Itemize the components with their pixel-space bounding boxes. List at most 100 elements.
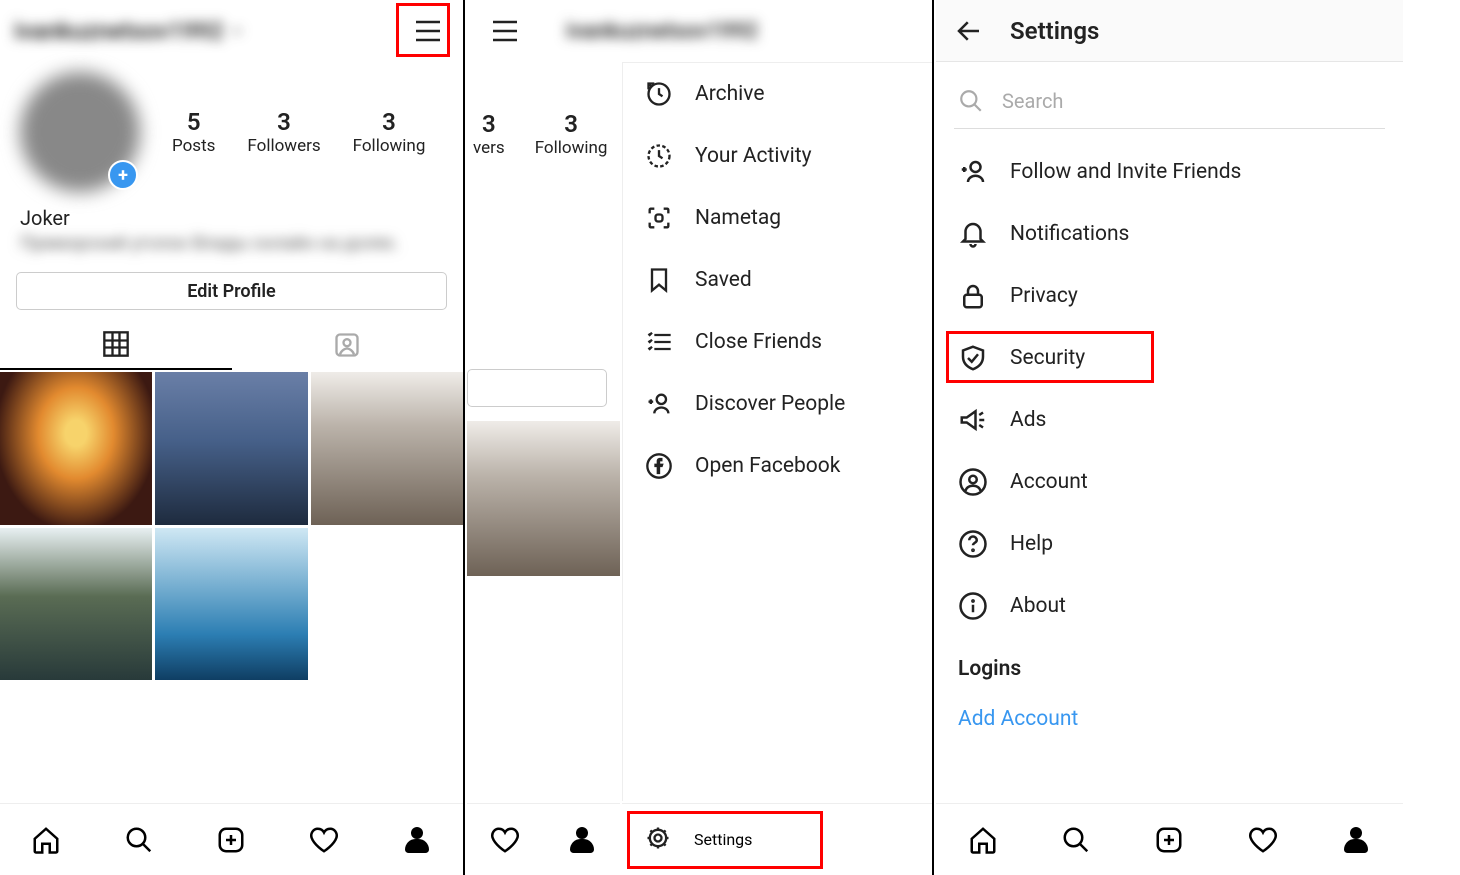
profile-tabs [0, 320, 463, 370]
stat-followers-label: Followers [247, 136, 320, 156]
menu-label: Close Friends [695, 330, 822, 354]
highlight-hamburger [396, 3, 450, 57]
profile-stats-row: + 5 Posts 3 Followers 3 Following [0, 62, 463, 192]
search-icon[interactable] [124, 825, 154, 855]
notifications-icon [958, 219, 988, 249]
stat-following-num: 3 [353, 108, 426, 136]
bottom-nav [936, 803, 1403, 875]
display-name: Joker [20, 206, 443, 230]
close-friends-icon [645, 328, 673, 356]
search-icon[interactable] [1061, 825, 1091, 855]
menu-item-nametag[interactable]: Nametag [623, 187, 932, 249]
tab-grid[interactable] [0, 320, 232, 370]
settings-header: Settings [936, 0, 1403, 62]
settings-label: Account [1010, 470, 1088, 494]
search-input[interactable]: Search [954, 80, 1385, 129]
menu-label: Open Facebook [695, 454, 840, 478]
profile-icon[interactable] [402, 825, 432, 855]
settings-item-follow-invite[interactable]: Follow and Invite Friends [954, 141, 1385, 203]
settings-item-help[interactable]: Help [954, 513, 1385, 575]
settings-item-about[interactable]: About [954, 575, 1385, 637]
settings-item-security[interactable]: Security [954, 327, 1385, 389]
username-dropdown[interactable]: ivankuznetsov1992 [14, 17, 244, 45]
add-post-icon[interactable] [216, 825, 246, 855]
discover-people-icon [645, 390, 673, 418]
bio-text: Приморский уголок Влады онлайн на долях. [20, 232, 443, 256]
stat-posts[interactable]: 5 Posts [172, 108, 215, 156]
add-story-button[interactable]: + [108, 160, 138, 190]
stat-following[interactable]: 3 Following [353, 108, 426, 156]
stat-following[interactable]: 3 Following [535, 110, 608, 158]
tagged-icon [333, 331, 361, 359]
account-icon [958, 467, 988, 497]
menu-item-archive[interactable]: Archive [623, 63, 932, 125]
profile-header: ivankuznetsov1992 [0, 0, 463, 62]
hamburger-icon [491, 19, 519, 43]
post-thumbnail[interactable] [155, 372, 307, 524]
edit-profile-label: Edit Profile [187, 281, 275, 302]
nametag-icon [645, 204, 673, 232]
edit-profile-button-partial[interactable] [467, 369, 607, 407]
heart-icon[interactable] [309, 825, 339, 855]
bottom-nav [0, 803, 463, 875]
settings-item-privacy[interactable]: Privacy [954, 265, 1385, 327]
settings-label: Follow and Invite Friends [1010, 160, 1241, 184]
settings-item-account[interactable]: Account [954, 451, 1385, 513]
tab-tagged[interactable] [232, 320, 464, 370]
highlight-settings [627, 811, 823, 869]
settings-label: Help [1010, 532, 1053, 556]
menu-label: Archive [695, 82, 764, 106]
hamburger-menu-button[interactable] [406, 10, 449, 53]
settings-item-notifications[interactable]: Notifications [954, 203, 1385, 265]
settings-body: Search Follow and Invite Friends Notific… [936, 62, 1403, 745]
follow-invite-icon [958, 157, 988, 187]
settings-label: About [1010, 594, 1066, 618]
menu-header: ivankuznetsov1992 [467, 0, 932, 62]
menu-item-close-friends[interactable]: Close Friends [623, 311, 932, 373]
heart-icon[interactable] [1248, 825, 1278, 855]
profile-screen: ivankuznetsov1992 + 5 Posts 3 Followers … [0, 0, 465, 875]
home-icon[interactable] [968, 825, 998, 855]
logins-heading: Logins [954, 645, 1385, 693]
bottom-nav-partial [467, 803, 620, 875]
add-account-link[interactable]: Add Account [954, 693, 1385, 745]
post-thumbnail[interactable] [0, 528, 152, 680]
settings-label: Privacy [1010, 284, 1078, 308]
username-text: ivankuznetsov1992 [14, 17, 224, 45]
search-icon [958, 88, 984, 114]
about-icon [958, 591, 988, 621]
chevron-down-icon [230, 24, 244, 38]
avatar[interactable]: + [20, 72, 140, 192]
help-icon [958, 529, 988, 559]
heart-icon[interactable] [490, 825, 520, 855]
post-thumbnail-partial[interactable] [467, 421, 620, 576]
profile-partial: 3 vers 3 Following [467, 62, 620, 158]
post-thumbnail[interactable] [311, 372, 463, 524]
profile-icon[interactable] [1341, 825, 1371, 855]
posts-grid [0, 372, 463, 680]
settings-label: Ads [1010, 408, 1046, 432]
stat-posts-num: 5 [172, 108, 215, 136]
add-post-icon[interactable] [1154, 825, 1184, 855]
privacy-icon [958, 281, 988, 311]
post-thumbnail[interactable] [0, 372, 152, 524]
hamburger-menu-button[interactable] [483, 10, 526, 53]
saved-icon [645, 266, 673, 294]
menu-item-saved[interactable]: Saved [623, 249, 932, 311]
stat-followers-partial[interactable]: 3 vers [473, 110, 505, 158]
profile-bio: Joker Приморский уголок Влады онлайн на … [0, 192, 463, 262]
profile-icon[interactable] [567, 825, 597, 855]
side-menu: Archive Your Activity Nametag Saved Clos… [622, 62, 932, 801]
menu-label: Your Activity [695, 144, 812, 168]
post-thumbnail[interactable] [155, 528, 307, 680]
settings-item-ads[interactable]: Ads [954, 389, 1385, 451]
edit-profile-button[interactable]: Edit Profile [16, 272, 447, 310]
archive-icon [645, 80, 673, 108]
home-icon[interactable] [31, 825, 61, 855]
stat-followers[interactable]: 3 Followers [247, 108, 320, 156]
menu-label: Saved [695, 268, 752, 292]
menu-item-facebook[interactable]: Open Facebook [623, 435, 932, 497]
back-arrow-icon[interactable] [954, 16, 984, 46]
menu-item-activity[interactable]: Your Activity [623, 125, 932, 187]
menu-item-discover[interactable]: Discover People [623, 373, 932, 435]
